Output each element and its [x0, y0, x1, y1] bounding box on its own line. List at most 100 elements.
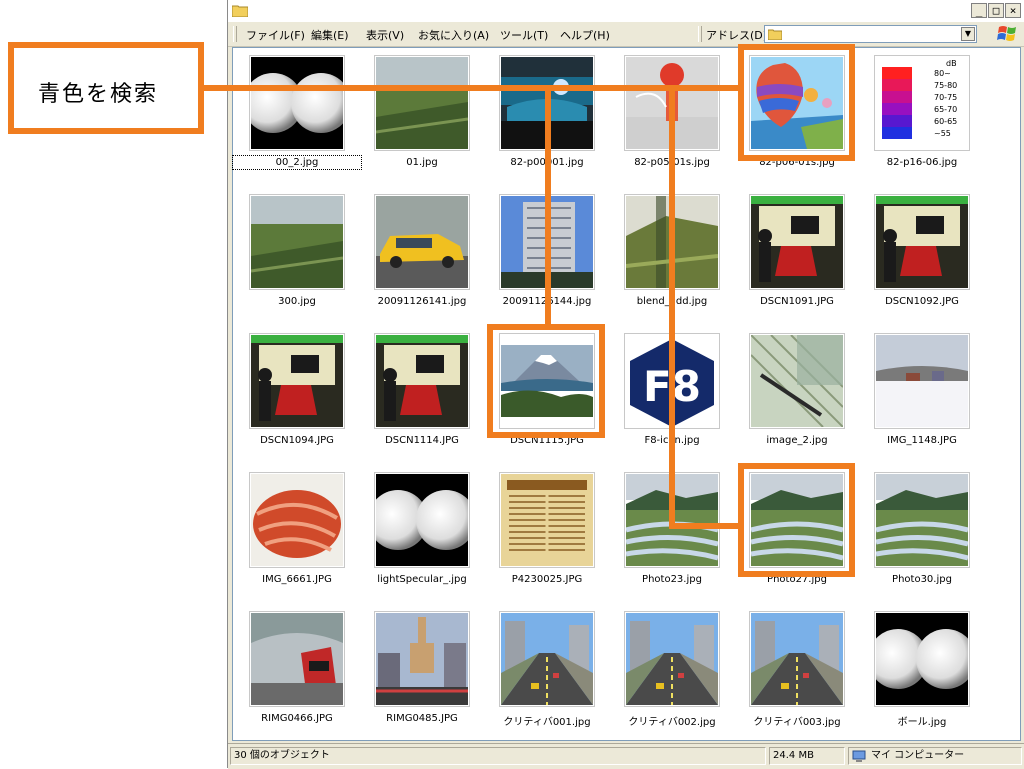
menu-item[interactable]: 編集(E)	[311, 27, 349, 43]
menu-grip[interactable]	[233, 26, 237, 42]
file-item[interactable]: P4230025.JPG	[498, 470, 623, 609]
file-name[interactable]: P4230025.JPG	[484, 574, 610, 585]
file-name[interactable]: ボール.jpg	[859, 713, 985, 728]
file-name[interactable]: Photo30.jpg	[859, 574, 985, 585]
file-name[interactable]: RIMG0485.JPG	[359, 713, 485, 724]
file-name[interactable]: 20091126141.jpg	[359, 296, 485, 307]
file-name[interactable]: クリティバ002.jpg	[609, 713, 735, 728]
thumbnail[interactable]	[749, 194, 845, 290]
file-item[interactable]: クリティバ003.jpg	[748, 609, 873, 748]
file-name[interactable]: 20091126144.jpg	[484, 296, 610, 307]
minimize-button[interactable]: _	[971, 3, 987, 18]
file-name[interactable]: image_2.jpg	[734, 435, 860, 446]
thumbnail[interactable]	[249, 472, 345, 568]
file-item[interactable]: dB 80~ 75-80 70-75 65-70 60-65 ~55 82-p16-06.jp…	[873, 53, 998, 192]
file-name[interactable]: blend_add.jpg	[609, 296, 735, 307]
thumbnail[interactable]	[624, 194, 720, 290]
thumbnail[interactable]	[624, 55, 720, 151]
menu-item[interactable]: ヘルプ(H)	[560, 27, 610, 43]
thumbnail[interactable]	[624, 611, 720, 707]
file-name[interactable]: 01.jpg	[359, 157, 485, 168]
file-item[interactable]: lightSpecular_.jpg	[373, 470, 498, 609]
file-item[interactable]: 82-p00001.jpg	[498, 53, 623, 192]
address-grip[interactable]	[698, 26, 702, 42]
thumbnail[interactable]	[374, 194, 470, 290]
thumbnail[interactable]	[374, 472, 470, 568]
file-name[interactable]: 82-p05-01s.jpg	[609, 157, 735, 168]
file-name[interactable]: 300.jpg	[234, 296, 360, 307]
file-item[interactable]: 01.jpg	[373, 53, 498, 192]
thumbnail[interactable]	[749, 472, 845, 568]
thumbnail[interactable]	[874, 333, 970, 429]
menu-item[interactable]: お気に入り(A)	[418, 27, 489, 43]
file-name[interactable]: DSCN1094.JPG	[234, 435, 360, 446]
file-name[interactable]: DSCN1092.JPG	[859, 296, 985, 307]
thumbnail[interactable]	[749, 611, 845, 707]
file-name[interactable]: 82-p00001.jpg	[484, 157, 610, 168]
thumbnail[interactable]	[374, 611, 470, 707]
thumbnail[interactable]	[249, 611, 345, 707]
file-item[interactable]: クリティバ001.jpg	[498, 609, 623, 748]
file-item[interactable]: image_2.jpg	[748, 331, 873, 470]
file-name[interactable]: クリティバ003.jpg	[734, 713, 860, 728]
thumbnail[interactable]	[374, 333, 470, 429]
thumbnail[interactable]	[249, 333, 345, 429]
file-name[interactable]: 82-p16-06.jpg	[859, 157, 985, 168]
address-dropdown-button[interactable]: ▼	[961, 27, 975, 41]
thumbnail[interactable]	[499, 194, 595, 290]
file-name[interactable]: 82-p06-01s.jpg	[734, 157, 860, 168]
file-name[interactable]: クリティバ001.jpg	[484, 713, 610, 728]
thumbnail[interactable]	[499, 55, 595, 151]
file-item[interactable]: Photo27.jpg	[748, 470, 873, 609]
file-name[interactable]: RIMG0466.JPG	[234, 713, 360, 724]
file-item[interactable]: 82-p05-01s.jpg	[623, 53, 748, 192]
close-button[interactable]: ×	[1005, 3, 1021, 18]
maximize-button[interactable]: □	[988, 3, 1004, 18]
menu-item[interactable]: 表示(V)	[366, 27, 404, 43]
file-item[interactable]: RIMG0466.JPG	[248, 609, 373, 748]
file-item[interactable]: 300.jpg	[248, 192, 373, 331]
file-item[interactable]: RIMG0485.JPG	[373, 609, 498, 748]
file-name[interactable]: IMG_6661.JPG	[234, 574, 360, 585]
file-name[interactable]: 00_2.jpg	[232, 155, 362, 170]
file-item[interactable]: IMG_1148.JPG	[873, 331, 998, 470]
thumbnail[interactable]	[374, 55, 470, 151]
file-name[interactable]: F8-icon.jpg	[609, 435, 735, 446]
file-item[interactable]: IMG_6661.JPG	[248, 470, 373, 609]
file-name[interactable]: IMG_1148.JPG	[859, 435, 985, 446]
file-item[interactable]: クリティバ002.jpg	[623, 609, 748, 748]
thumbnail[interactable]	[874, 611, 970, 707]
address-field[interactable]: ▼	[764, 25, 977, 43]
file-name[interactable]: DSCN1115.JPG	[484, 435, 610, 446]
thumbnail[interactable]	[249, 194, 345, 290]
thumbnail[interactable]	[874, 194, 970, 290]
file-item[interactable]: DSCN1091.JPG	[748, 192, 873, 331]
file-item[interactable]: DSCN1114.JPG	[373, 331, 498, 470]
thumbnail[interactable]	[499, 333, 595, 429]
menu-item[interactable]: ファイル(F)	[246, 27, 305, 43]
file-name[interactable]: lightSpecular_.jpg	[359, 574, 485, 585]
thumbnail[interactable]	[874, 472, 970, 568]
title-bar[interactable]: _ □ ×	[228, 0, 1024, 23]
file-item[interactable]: Photo23.jpg	[623, 470, 748, 609]
menu-item[interactable]: ツール(T)	[500, 27, 548, 43]
file-item[interactable]: 82-p06-01s.jpg	[748, 53, 873, 192]
file-item[interactable]: DSCN1092.JPG	[873, 192, 998, 331]
thumbnail[interactable]	[249, 55, 345, 151]
thumbnail[interactable]	[499, 472, 595, 568]
file-item[interactable]: F8 F8-icon.jpg	[623, 331, 748, 470]
thumbnail[interactable]	[749, 333, 845, 429]
file-item[interactable]: 20091126144.jpg	[498, 192, 623, 331]
file-name[interactable]: Photo27.jpg	[734, 574, 860, 585]
file-name[interactable]: DSCN1091.JPG	[734, 296, 860, 307]
file-item[interactable]: DSCN1115.JPG	[498, 331, 623, 470]
file-name[interactable]: DSCN1114.JPG	[359, 435, 485, 446]
file-view[interactable]: 00_2.jpg 01.jpg 82-p00001.jpg 82-p05-01s.jp…	[232, 47, 1021, 741]
thumbnail[interactable]	[499, 611, 595, 707]
file-name[interactable]: Photo23.jpg	[609, 574, 735, 585]
file-item[interactable]: 00_2.jpg	[232, 53, 373, 192]
file-item[interactable]: DSCN1094.JPG	[248, 331, 373, 470]
thumbnail[interactable]: dB 80~ 75-80 70-75 65-70 60-65 ~55	[874, 55, 970, 151]
thumbnail[interactable]	[624, 472, 720, 568]
file-item[interactable]: blend_add.jpg	[623, 192, 748, 331]
